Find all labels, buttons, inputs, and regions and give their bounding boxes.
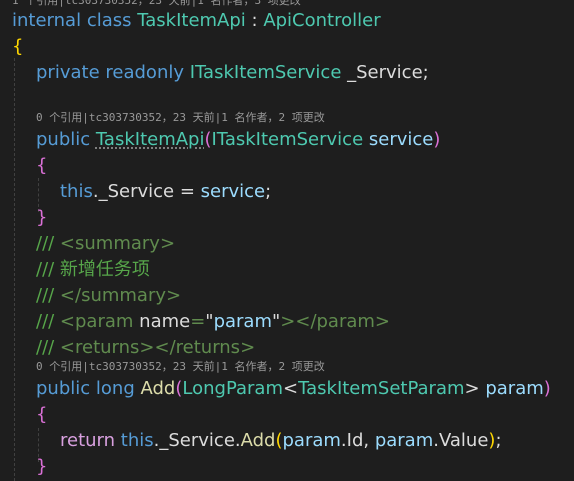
assignment: ._Service =: [92, 181, 201, 202]
keyword-this: this: [120, 430, 154, 451]
doc-attr-name: name: [139, 311, 191, 332]
code-editor[interactable]: 1 个引用|tc303730352，23 天前|1 名作者，3 项更改 inte…: [0, 0, 574, 481]
doc-text: 新增任务项: [59, 259, 150, 280]
generic-open: <: [283, 378, 299, 399]
indent-guide-class: [14, 58, 15, 481]
codelens-ctor[interactable]: 0 个引用|tc303730352，23 天前|1 名作者，2 项更改: [36, 111, 325, 125]
code-line-ctor-open-brace: {: [36, 155, 47, 177]
doc-comment-returns: /// <returns></returns>: [36, 337, 255, 359]
doc-slashes: ///: [36, 311, 60, 332]
doc-comment-param: /// <param name="param"></param>: [36, 311, 390, 333]
doc-tag: <summary>: [59, 233, 176, 254]
code-line-class-declaration: internal class TaskItemApi : ApiControll…: [12, 10, 381, 32]
code-line-field: private readonly ITaskItemService _Servi…: [36, 62, 429, 84]
ctor-name[interactable]: TaskItemApi: [96, 129, 205, 150]
keyword-return: return: [60, 430, 116, 451]
code-line-ctor-body: this._Service = service;: [60, 181, 271, 203]
colon: :: [245, 10, 264, 31]
doc-comment-summary-text: /// 新增任务项: [36, 259, 150, 281]
code-line-ctor: public TaskItemApi(ITaskItemService serv…: [36, 129, 440, 151]
doc-tag: </summary>: [59, 285, 182, 306]
keyword-this: this: [60, 181, 93, 202]
doc-tag-open: <param: [59, 311, 140, 332]
param-name[interactable]: service: [369, 129, 433, 150]
brace-open: {: [36, 404, 48, 425]
doc-attr-value: param: [213, 311, 272, 332]
code-line-add-body: return this._Service.Add(param.Id, param…: [60, 430, 502, 452]
codelens-add[interactable]: 0 个引用|tc303730352，23 天前|1 名作者，2 项更改: [36, 360, 325, 374]
field-name[interactable]: _Service;: [347, 62, 429, 83]
semicolon: ;: [495, 430, 502, 451]
paren-open: (: [275, 430, 283, 451]
keyword-internal: internal: [12, 10, 82, 31]
doc-comment-summary-open: /// <summary>: [36, 233, 175, 255]
keyword-readonly: readonly: [105, 62, 184, 83]
paren-open: (: [204, 129, 212, 150]
param-ref[interactable]: service: [201, 181, 265, 202]
arg-param[interactable]: param: [283, 430, 341, 451]
doc-quote: ": [205, 311, 214, 332]
param-type[interactable]: LongParam: [182, 378, 283, 399]
class-name[interactable]: TaskItemApi: [137, 10, 246, 31]
brace-open: {: [36, 155, 48, 176]
brace-close: }: [36, 207, 48, 228]
generic-close: >: [464, 378, 480, 399]
param-type[interactable]: ITaskItemService: [212, 129, 364, 150]
arg-param[interactable]: param: [375, 430, 433, 451]
method-call[interactable]: Add: [241, 430, 276, 451]
field-type[interactable]: ITaskItemService: [190, 62, 342, 83]
arg-member: .Value: [433, 430, 489, 451]
doc-eq: =: [190, 311, 206, 332]
brace-close: }: [36, 456, 48, 477]
generic-type-arg[interactable]: TaskItemSetParam: [298, 378, 464, 399]
method-name[interactable]: Add: [141, 378, 176, 399]
arg-member: .Id,: [340, 430, 375, 451]
code-line-add-close-brace: }: [36, 456, 47, 478]
code-line-ctor-close-brace: }: [36, 207, 47, 229]
keyword-public: public: [36, 129, 91, 150]
semicolon: ;: [265, 181, 272, 202]
doc-slashes: ///: [36, 259, 60, 280]
doc-tag: <returns></returns>: [59, 337, 256, 358]
member-access: ._Service.: [153, 430, 241, 451]
code-line-class-open-brace: {: [12, 36, 23, 58]
code-line-add-method: public long Add(LongParam<TaskItemSetPar…: [36, 378, 551, 400]
code-line-add-open-brace: {: [36, 404, 47, 426]
doc-slashes: ///: [36, 337, 60, 358]
paren-close: ): [433, 129, 441, 150]
brace-open: {: [12, 36, 24, 57]
keyword-class: class: [86, 10, 132, 31]
doc-comment-summary-close: /// </summary>: [36, 285, 181, 307]
doc-slashes: ///: [36, 233, 60, 254]
keyword-public: public: [36, 378, 91, 399]
keyword-private: private: [36, 62, 100, 83]
doc-slashes: ///: [36, 285, 60, 306]
codelens-class[interactable]: 1 个引用|tc303730352，23 天前|1 名作者，3 项更改: [12, 0, 301, 8]
doc-tag-close: ></param>: [280, 311, 391, 332]
param-name[interactable]: param: [485, 378, 543, 399]
paren-close: ): [543, 378, 551, 399]
keyword-long: long: [95, 378, 135, 399]
base-class-name[interactable]: ApiController: [263, 10, 380, 31]
